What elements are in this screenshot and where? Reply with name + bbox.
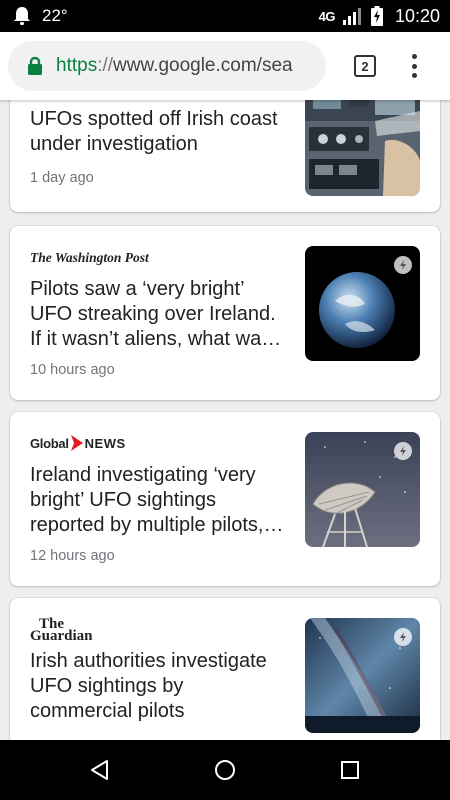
url-text[interactable]: https://www.google.com/sea (56, 55, 293, 77)
article-thumbnail[interactable] (305, 246, 420, 361)
article-time: 10 hours ago (30, 362, 115, 378)
article-title[interactable]: Pilots saw a ‘very bright’ UFO streaking… (30, 277, 290, 352)
article-time: 12 hours ago (30, 548, 115, 564)
recent-apps-button-icon[interactable] (338, 758, 362, 782)
lock-icon (28, 56, 42, 75)
signal-strength-icon (342, 8, 361, 25)
network-type-text: 4G (318, 8, 336, 24)
overflow-menu-button[interactable] (402, 52, 426, 80)
article-title[interactable]: Irish authorities investigate UFO sighti… (30, 649, 290, 724)
news-card[interactable]: The Washington Post Pilots saw a ‘very b… (10, 226, 440, 400)
browser-toolbar: https://www.google.com/sea 2 (0, 32, 450, 100)
amp-lightning-icon (394, 628, 412, 646)
news-card[interactable]: UFOs spotted off Irish coast under inves… (10, 100, 440, 212)
source-logo-part2: NEWS (84, 435, 126, 451)
news-card[interactable]: The Guardian Irish authorities investiga… (10, 598, 440, 740)
article-title[interactable]: UFOs spotted off Irish coast under inves… (30, 107, 290, 157)
tab-switcher-button[interactable]: 2 (354, 55, 376, 77)
global-news-chevron-icon (70, 435, 83, 451)
status-bar: 22° 4G 10:20 (0, 0, 450, 32)
url-host: www.google.com/sea (113, 55, 293, 76)
news-card[interactable]: Global NEWS Ireland investigating ‘very … (10, 412, 440, 586)
system-navigation-bar (0, 740, 450, 800)
source-logo: The Washington Post (30, 250, 149, 265)
url-separator: :// (97, 55, 114, 76)
back-button-icon[interactable] (88, 758, 112, 782)
source-logo-part1: Global (30, 435, 69, 451)
menu-dot-icon (411, 54, 417, 59)
source-logo-line2: Guardian (30, 628, 93, 644)
tab-count-text: 2 (361, 58, 369, 74)
url-scheme: https (56, 55, 98, 76)
amp-lightning-icon (394, 256, 412, 274)
source-logo: Global NEWS (30, 434, 126, 452)
amp-lightning-icon (394, 442, 412, 460)
article-title[interactable]: Ireland investigating ‘very bright’ UFO … (30, 463, 290, 538)
address-bar[interactable]: https://www.google.com/sea (8, 41, 326, 91)
menu-dot-icon (411, 73, 417, 78)
battery-charging-icon (370, 6, 383, 26)
clock-text: 10:20 (394, 5, 440, 26)
notification-bell-icon (14, 7, 30, 25)
home-button-icon[interactable] (213, 758, 237, 782)
search-results: UFOs spotted off Irish coast under inves… (0, 100, 450, 740)
article-time: 1 day ago (30, 170, 94, 186)
article-thumbnail[interactable] (305, 432, 420, 547)
menu-dot-icon (411, 63, 417, 69)
article-thumbnail[interactable] (305, 100, 420, 196)
article-thumbnail[interactable] (305, 618, 420, 733)
cockpit-image (305, 100, 420, 196)
temperature-text: 22° (42, 6, 68, 25)
source-logo: The Guardian (30, 617, 93, 644)
